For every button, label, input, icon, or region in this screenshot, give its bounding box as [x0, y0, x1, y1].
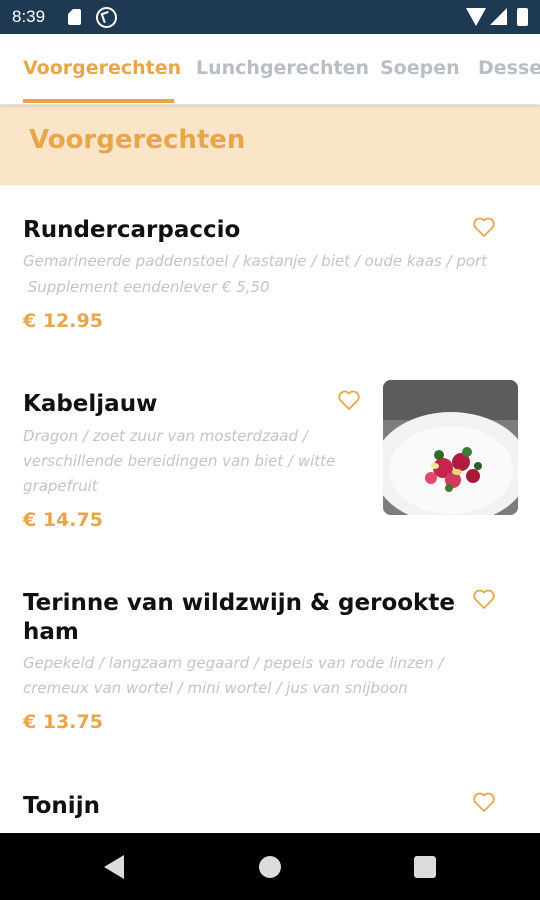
- section-header: Voorgerechten: [0, 105, 540, 185]
- cell-signal-icon: [490, 8, 507, 25]
- menu-item-kabeljauw[interactable]: Kabeljauw Dragon / zoet zuur van mosterd…: [0, 358, 540, 558]
- item-price: € 14.75: [23, 509, 103, 531]
- menu-item-rundercarpaccio[interactable]: Rundercarpaccio Gemarineerde paddenstoel…: [0, 185, 540, 359]
- item-name: Kabeljauw: [23, 391, 158, 417]
- wifi-icon: [466, 8, 486, 26]
- tab-lunchgerechten[interactable]: Lunchgerechten: [196, 57, 369, 79]
- item-description-line: verschillende bereidingen van biet / wit…: [23, 452, 336, 470]
- dish-photo-image: [383, 380, 518, 515]
- item-description-line: Gepekeld / langzaam gegaard / pepeis van…: [23, 654, 444, 672]
- section-title: Voorgerechten: [29, 125, 246, 155]
- item-description-line: Supplement eendenlever € 5,50: [23, 278, 270, 296]
- heart-outline-icon[interactable]: [472, 790, 496, 814]
- item-name: Tonijn: [23, 793, 100, 819]
- home-icon[interactable]: [259, 856, 281, 878]
- item-description-line: Dragon / zoet zuur van mosterdzaad /: [23, 427, 308, 445]
- item-name: Rundercarpaccio: [23, 217, 241, 243]
- dish-photo[interactable]: [383, 380, 518, 515]
- tab-desserts[interactable]: Desserts: [478, 57, 540, 79]
- heart-outline-icon[interactable]: [472, 587, 496, 611]
- status-bar: 8:39: [0, 0, 540, 34]
- item-name-line: ham: [23, 619, 79, 645]
- item-description-line: grapefruit: [23, 477, 98, 495]
- back-icon[interactable]: [104, 855, 124, 879]
- tab-soepen[interactable]: Soepen: [380, 57, 460, 79]
- item-description-line: cremeux van wortel / mini wortel / jus v…: [23, 679, 408, 697]
- tab-voorgerechten[interactable]: Voorgerechten: [23, 57, 181, 79]
- item-description-line: Gemarineerde paddenstoel / kastanje / bi…: [23, 252, 488, 270]
- status-time: 8:39: [12, 7, 46, 26]
- item-price: € 12.95: [23, 310, 103, 332]
- item-name-line: Terinne van wildzwijn & gerookte: [23, 590, 455, 616]
- heart-outline-icon[interactable]: [472, 215, 496, 239]
- battery-icon: [517, 8, 528, 26]
- heart-outline-icon[interactable]: [337, 388, 361, 412]
- menu-item-tonijn[interactable]: Tonijn: [0, 759, 540, 833]
- menu-item-terinne[interactable]: Terinne van wildzwijn & gerookte ham Gep…: [0, 557, 540, 760]
- recent-apps-icon[interactable]: [414, 856, 436, 878]
- category-tabs: Voorgerechten Lunchgerechten Soepen Dess…: [0, 34, 540, 104]
- sync-icon: [96, 7, 117, 28]
- sd-card-icon: [68, 9, 81, 25]
- active-tab-indicator: [23, 99, 174, 103]
- item-price: € 13.75: [23, 711, 103, 733]
